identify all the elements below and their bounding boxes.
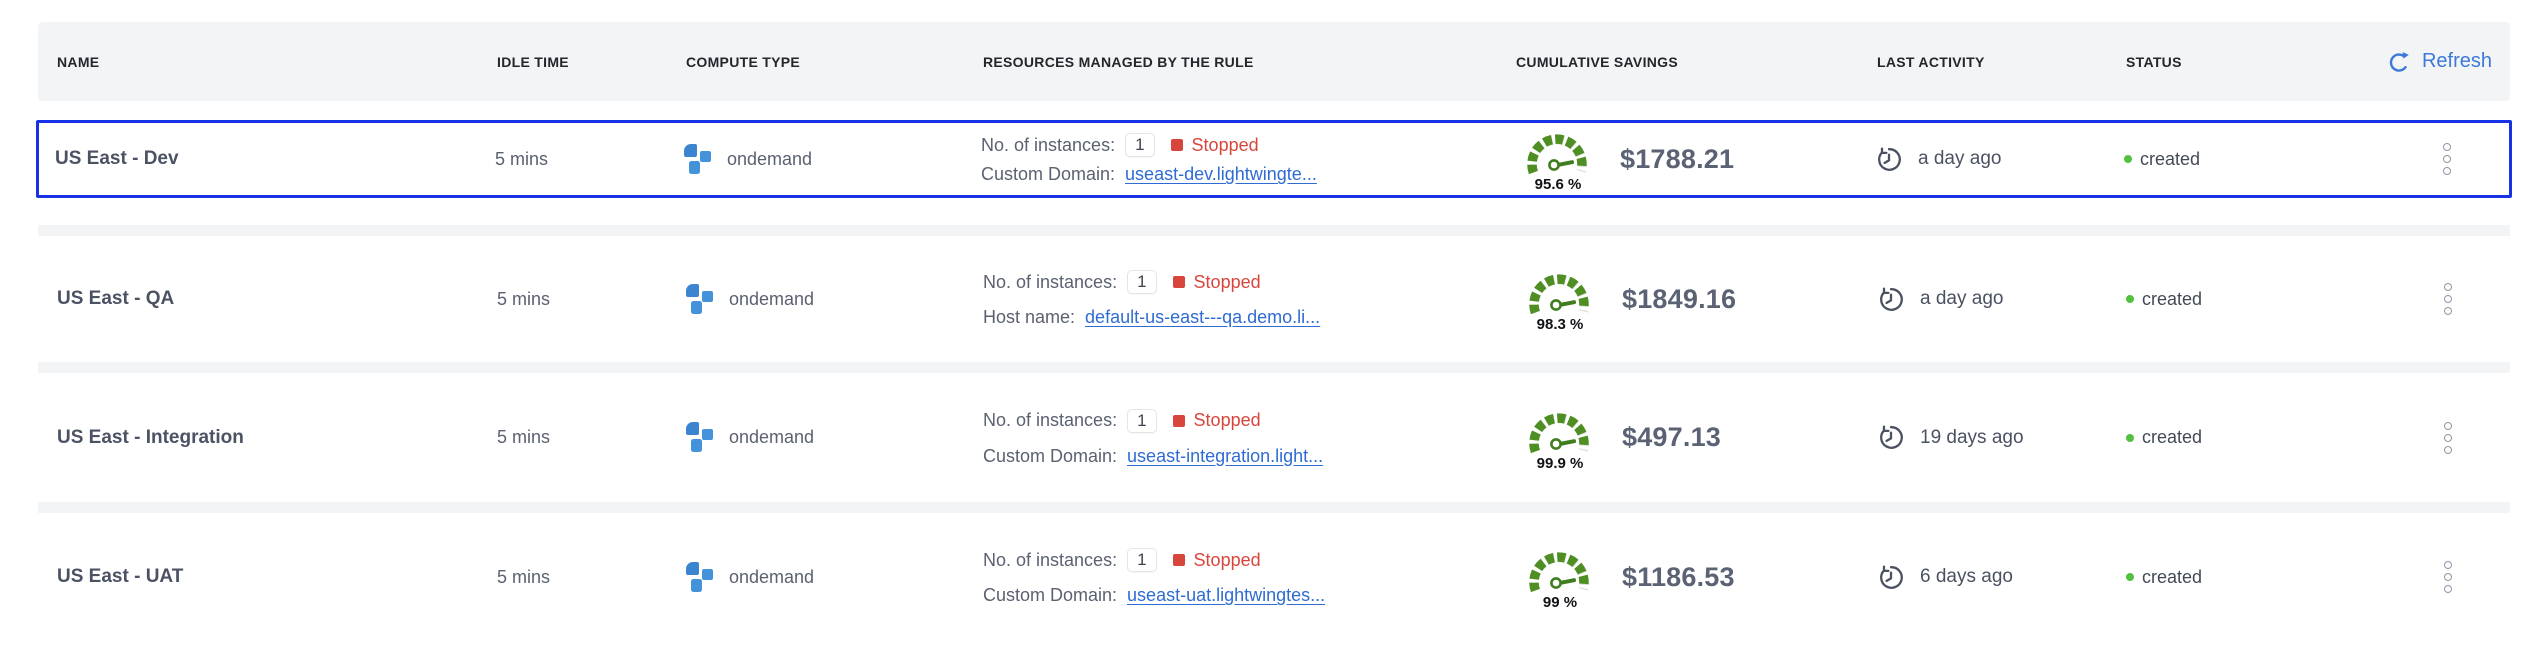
resource-link[interactable]: useast-integration.light... (1127, 446, 1323, 467)
instances-label: No. of instances: (983, 272, 1117, 293)
compute-type-icon (686, 562, 714, 593)
table-row-us-east-dev[interactable]: US East - Dev 5 mins ondemand No. of ins… (36, 120, 2512, 198)
status-dot-icon (2124, 155, 2132, 163)
resource-link[interactable]: default-us-east---qa.demo.li... (1085, 307, 1320, 328)
rule-name: US East - UAT (57, 566, 497, 588)
savings-percent: 99.9 % (1537, 455, 1584, 472)
status-value: created (2142, 567, 2202, 588)
row-separator (38, 225, 2510, 236)
column-header-cumulative-savings: CUMULATIVE SAVINGS (1516, 54, 1877, 70)
savings-gauge-icon (1524, 125, 1592, 175)
resource-label: Custom Domain: (981, 164, 1115, 185)
status-dot-icon (2126, 573, 2134, 581)
stopped-state-icon (1171, 139, 1183, 151)
savings-gauge-icon (1526, 265, 1594, 315)
instances-label: No. of instances: (983, 550, 1117, 571)
savings-gauge-icon (1526, 543, 1594, 593)
history-icon (1875, 146, 1902, 173)
status-value: created (2142, 289, 2202, 310)
column-header-compute-type: COMPUTE TYPE (686, 54, 983, 70)
compute-type-icon (686, 422, 714, 453)
instance-state: Stopped (1194, 550, 1261, 571)
table-header: NAME IDLE TIME COMPUTE TYPE RESOURCES MA… (38, 22, 2510, 101)
column-header-status: STATUS (2126, 54, 2310, 70)
last-activity-value: a day ago (1920, 288, 2003, 310)
last-activity-value: 6 days ago (1920, 566, 2013, 588)
column-header-resources: RESOURCES MANAGED BY THE RULE (983, 54, 1516, 70)
stopped-state-icon (1173, 276, 1185, 288)
savings-amount: $497.13 (1622, 422, 1721, 453)
savings-percent: 95.6 % (1535, 176, 1582, 193)
column-header-last-activity: LAST ACTIVITY (1877, 54, 2126, 70)
refresh-icon (2387, 50, 2411, 74)
column-header-idle-time: IDLE TIME (497, 54, 686, 70)
table-row-us-east-uat[interactable]: US East - UAT 5 mins ondemand No. of ins… (38, 513, 2510, 641)
savings-amount: $1788.21 (1620, 144, 1734, 175)
instance-state: Stopped (1194, 410, 1261, 431)
rules-table: NAME IDLE TIME COMPUTE TYPE RESOURCES MA… (38, 22, 2510, 641)
compute-type-value: ondemand (727, 149, 812, 170)
row-menu-kebab-icon[interactable] (2438, 555, 2458, 599)
rule-name: US East - Integration (57, 427, 497, 449)
stopped-state-icon (1173, 554, 1185, 566)
table-row-us-east-integration[interactable]: US East - Integration 5 mins ondemand No… (38, 373, 2510, 502)
idle-time-value: 5 mins (497, 567, 686, 588)
resource-label: Host name: (983, 307, 1075, 328)
row-separator (38, 502, 2510, 513)
stopped-state-icon (1173, 415, 1185, 427)
resource-label: Custom Domain: (983, 446, 1117, 467)
row-separator (38, 362, 2510, 373)
row-menu-kebab-icon[interactable] (2437, 137, 2457, 181)
compute-type-value: ondemand (729, 427, 814, 448)
history-icon (1877, 286, 1904, 313)
last-activity-value: a day ago (1918, 148, 2001, 170)
savings-percent: 98.3 % (1537, 316, 1584, 333)
resource-link[interactable]: useast-uat.lightwingtes... (1127, 585, 1325, 606)
instances-count: 1 (1127, 270, 1156, 294)
savings-gauge-icon (1526, 404, 1594, 454)
savings-amount: $1849.16 (1622, 284, 1736, 315)
resource-link[interactable]: useast-dev.lightwingte... (1125, 164, 1317, 185)
history-icon (1877, 424, 1904, 451)
column-header-name: NAME (57, 54, 497, 70)
idle-time-value: 5 mins (495, 149, 684, 170)
compute-type-icon (686, 284, 714, 315)
row-menu-kebab-icon[interactable] (2438, 277, 2458, 321)
rule-name: US East - QA (57, 288, 497, 310)
history-icon (1877, 564, 1904, 591)
refresh-button[interactable]: Refresh (2310, 50, 2510, 74)
status-dot-icon (2126, 295, 2134, 303)
refresh-label: Refresh (2422, 50, 2492, 73)
idle-time-value: 5 mins (497, 427, 686, 448)
compute-type-value: ondemand (729, 289, 814, 310)
instance-state: Stopped (1192, 135, 1259, 156)
idle-time-value: 5 mins (497, 289, 686, 310)
instances-label: No. of instances: (983, 410, 1117, 431)
status-value: created (2142, 427, 2202, 448)
savings-amount: $1186.53 (1622, 562, 1735, 593)
table-row-us-east-qa[interactable]: US East - QA 5 mins ondemand No. of inst… (38, 236, 2510, 362)
row-menu-kebab-icon[interactable] (2438, 416, 2458, 460)
compute-type-value: ondemand (729, 567, 814, 588)
last-activity-value: 19 days ago (1920, 427, 2024, 449)
instances-count: 1 (1127, 409, 1156, 433)
instances-count: 1 (1127, 548, 1156, 572)
savings-percent: 99 % (1543, 594, 1577, 611)
rule-name: US East - Dev (55, 148, 495, 170)
instances-label: No. of instances: (981, 135, 1115, 156)
instance-state: Stopped (1194, 272, 1261, 293)
compute-type-icon (684, 144, 712, 175)
status-value: created (2140, 149, 2200, 170)
resource-label: Custom Domain: (983, 585, 1117, 606)
status-dot-icon (2126, 434, 2134, 442)
instances-count: 1 (1125, 133, 1154, 157)
